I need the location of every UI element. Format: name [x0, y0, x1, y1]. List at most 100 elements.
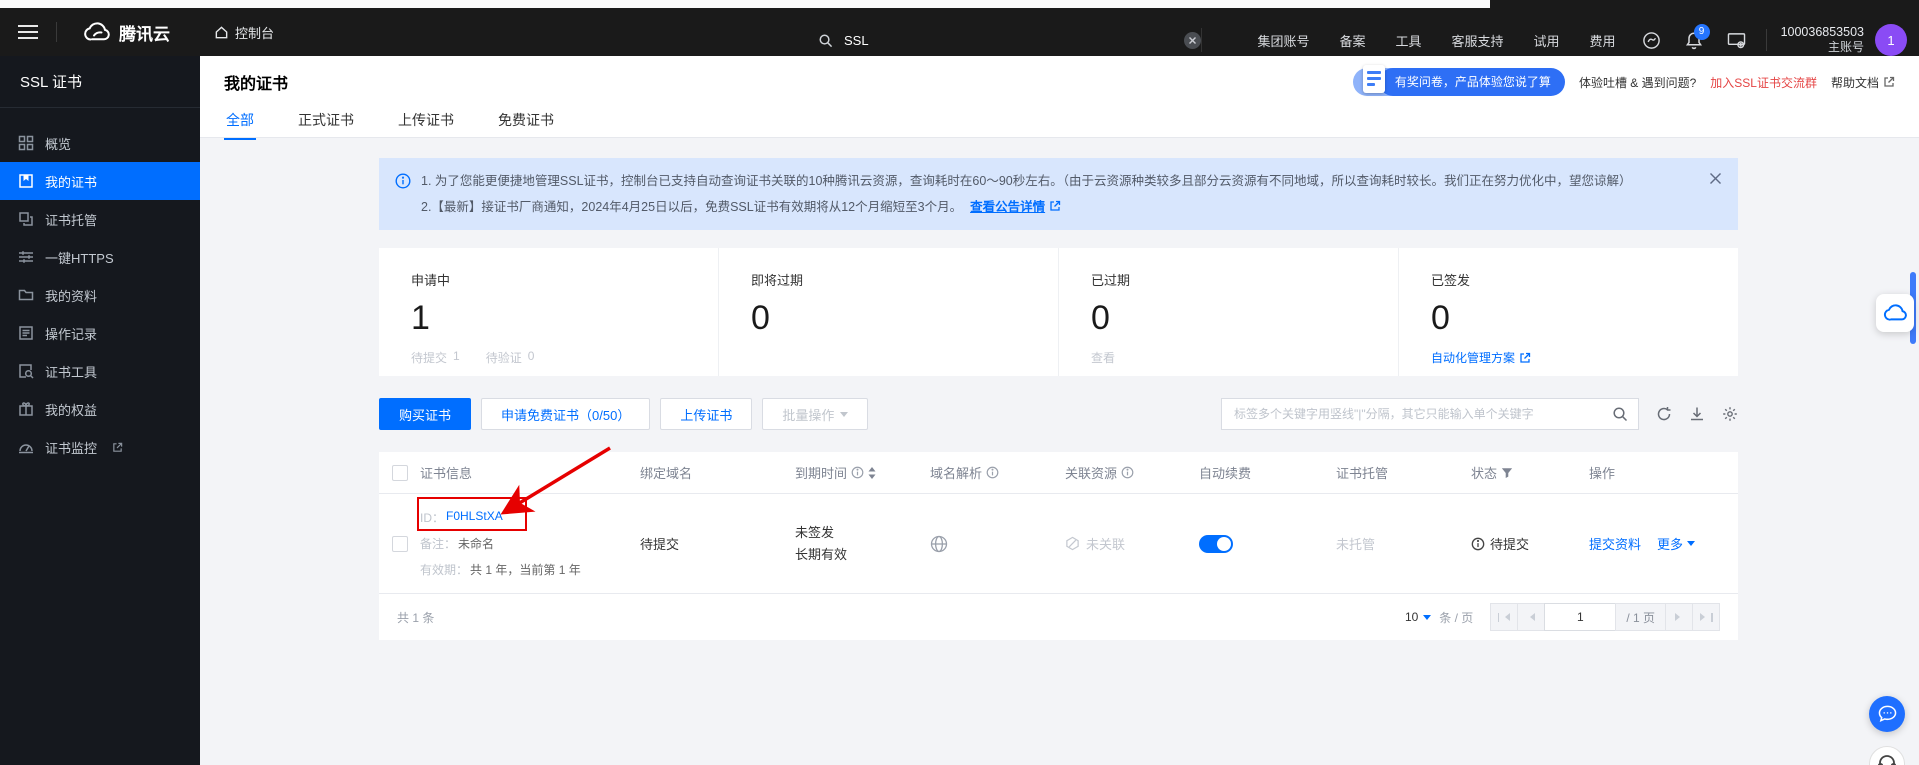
sort-icon[interactable] [868, 467, 876, 479]
topbar-divider [56, 22, 57, 42]
sidebar-title: SSL 证书 [0, 56, 200, 108]
resource-status-label: 未关联 [1086, 534, 1125, 553]
automation-plan-link[interactable]: 自动化管理方案 [1431, 349, 1706, 366]
chat-support-button[interactable] [1869, 696, 1905, 732]
menu-item-trial[interactable]: 试用 [1534, 31, 1560, 50]
upload-certificate-button[interactable]: 上传证书 [660, 398, 752, 430]
sidebar: SSL 证书 概览 我的证书 证书托管 一键HTTPS 我的资料 [0, 56, 200, 765]
buy-certificate-button[interactable]: 购买证书 [379, 398, 471, 430]
status-cell: 待提交 [1471, 534, 1589, 553]
table-header-row: 证书信息 绑定域名 到期时间 域名解析 关联资源 自 [379, 452, 1738, 494]
status-label: 待提交 [1490, 534, 1529, 553]
sidebar-item-my-benefits[interactable]: 我的权益 [0, 390, 200, 428]
topbar-inner: 腾讯云 控制台 集团账号 备案 工具 客服支持 试用 [0, 8, 1919, 56]
main-content: 我的证书 有奖问卷，产品体验您说了算 体验吐槽 & 遇到问题? 加入SSL证书交… [200, 56, 1919, 765]
avatar[interactable]: 1 [1875, 24, 1907, 56]
column-settings-button[interactable] [1722, 406, 1738, 422]
close-banner-button[interactable] [1709, 172, 1722, 185]
first-page-button[interactable] [1490, 603, 1518, 631]
refresh-button[interactable] [1656, 406, 1672, 422]
prev-page-button[interactable] [1517, 603, 1545, 631]
apply-free-certificate-button[interactable]: 申请免费证书（0/50） [481, 398, 650, 430]
external-link-icon [112, 442, 123, 453]
console-link[interactable]: 控制台 [214, 23, 274, 42]
content-body: 1. 为了您能更便捷地管理SSL证书，控制台已支持自动查询证书关联的10种腾讯云… [200, 138, 1919, 640]
menu-item-support[interactable]: 客服支持 [1452, 31, 1504, 50]
service-icon[interactable] [1642, 31, 1661, 50]
menu-item-billing[interactable]: 费用 [1590, 31, 1616, 50]
announcement-link[interactable]: 查看公告详情 [970, 200, 1045, 214]
clear-search-button[interactable] [1184, 32, 1201, 49]
table-footer: 共 1 条 10 条 / 页 / 1 页 [379, 594, 1738, 640]
survey-label: 有奖问卷，产品体验您说了算 [1379, 68, 1565, 96]
validity-value: 共 1 年，当前第 1 年 [470, 561, 581, 578]
remark-label: 备注： [420, 535, 456, 552]
page-size-select[interactable]: 10 [1405, 610, 1431, 624]
account-info[interactable]: 100036853503 主账号 [1781, 25, 1864, 55]
cloud-icon [83, 22, 110, 42]
last-page-button[interactable] [1692, 603, 1720, 631]
sidebar-item-operation-records[interactable]: 操作记录 [0, 314, 200, 352]
next-page-button[interactable] [1665, 603, 1693, 631]
caret-down-icon [1423, 615, 1431, 624]
survey-banner-button[interactable]: 有奖问卷，产品体验您说了算 [1353, 68, 1565, 96]
certificate-row: ID： F0HLStXA 备注： 未命名 有效期： 共 1 年，当前第 1 年 … [379, 494, 1738, 594]
https-icon [18, 249, 34, 265]
resource-status: 未关联 [1065, 534, 1125, 553]
domain-status: 待提交 [640, 534, 679, 553]
certificate-search-box[interactable] [1221, 398, 1639, 430]
batch-operation-button[interactable]: 批量操作 [762, 398, 868, 430]
help-doc-link[interactable]: 帮助文档 [1831, 74, 1895, 91]
auto-renew-toggle[interactable] [1199, 535, 1233, 553]
menu-item-icp[interactable]: 备案 [1339, 31, 1365, 50]
sidebar-item-my-profile[interactable]: 我的资料 [0, 276, 200, 314]
menu-item-group-account[interactable]: 集团账号 [1257, 31, 1309, 50]
download-button[interactable] [1689, 406, 1705, 422]
submit-info-link[interactable]: 提交资料 [1589, 534, 1641, 553]
join-group-link[interactable]: 加入SSL证书交流群 [1710, 74, 1817, 91]
notice-line-2-text: 2.【最新】接证书厂商通知，2024年4月25日以后，免费SSL证书有效期将从1… [421, 200, 962, 214]
top-strip [0, 0, 1490, 8]
hamburger-menu-button[interactable] [0, 8, 56, 56]
menu-item-tools[interactable]: 工具 [1396, 31, 1422, 50]
certificates-table: 证书信息 绑定域名 到期时间 域名解析 关联资源 自 [379, 452, 1738, 640]
topbar-divider [1201, 28, 1202, 52]
filter-icon[interactable] [1501, 467, 1513, 479]
select-all-checkbox[interactable] [392, 465, 408, 481]
stat-value: 0 [1091, 299, 1366, 337]
column-header: 操作 [1589, 463, 1615, 482]
search-icon[interactable] [1612, 406, 1628, 422]
tools-icon [18, 363, 34, 379]
hamburger-icon [18, 24, 38, 40]
tab-uploaded-certificates[interactable]: 上传证书 [396, 108, 456, 139]
tencent-cloud-logo[interactable]: 腾讯云 [83, 20, 170, 45]
sidebar-item-certificate-tools[interactable]: 证书工具 [0, 352, 200, 390]
certificate-id-link[interactable]: F0HLStXA [446, 509, 503, 526]
feedback-widget-button[interactable] [1876, 294, 1914, 332]
info-icon[interactable] [986, 466, 999, 479]
external-link-icon [1049, 200, 1061, 212]
sidebar-item-one-click-https[interactable]: 一键HTTPS [0, 238, 200, 276]
info-icon[interactable] [1121, 466, 1134, 479]
tab-paid-certificates[interactable]: 正式证书 [296, 108, 356, 139]
sidebar-item-my-certificates[interactable]: 我的证书 [0, 162, 200, 200]
hosting-icon [18, 211, 34, 227]
sidebar-item-certificate-monitor[interactable]: 证书监控 [0, 428, 200, 466]
expire-line-1: 未签发 [795, 523, 834, 543]
stat-card-expired: 已过期 0 查看 [1058, 248, 1398, 376]
page-number-input[interactable] [1544, 603, 1616, 631]
certificate-search-input[interactable] [1232, 406, 1612, 422]
view-expired-link[interactable]: 查看 [1091, 349, 1366, 366]
sidebar-item-hosting[interactable]: 证书托管 [0, 200, 200, 238]
expire-line-2: 长期有效 [795, 545, 847, 565]
info-icon[interactable] [851, 466, 864, 479]
more-actions-link[interactable]: 更多 [1657, 534, 1695, 553]
topbar-search-input[interactable] [842, 32, 1184, 49]
row-checkbox[interactable] [392, 536, 408, 552]
tab-all[interactable]: 全部 [224, 108, 256, 139]
globe-icon[interactable] [930, 535, 948, 553]
sidebar-item-overview[interactable]: 概览 [0, 124, 200, 162]
notification-bell[interactable]: 9 [1685, 31, 1703, 50]
workspace-settings-icon[interactable] [1727, 32, 1746, 49]
tab-free-certificates[interactable]: 免费证书 [496, 108, 556, 139]
